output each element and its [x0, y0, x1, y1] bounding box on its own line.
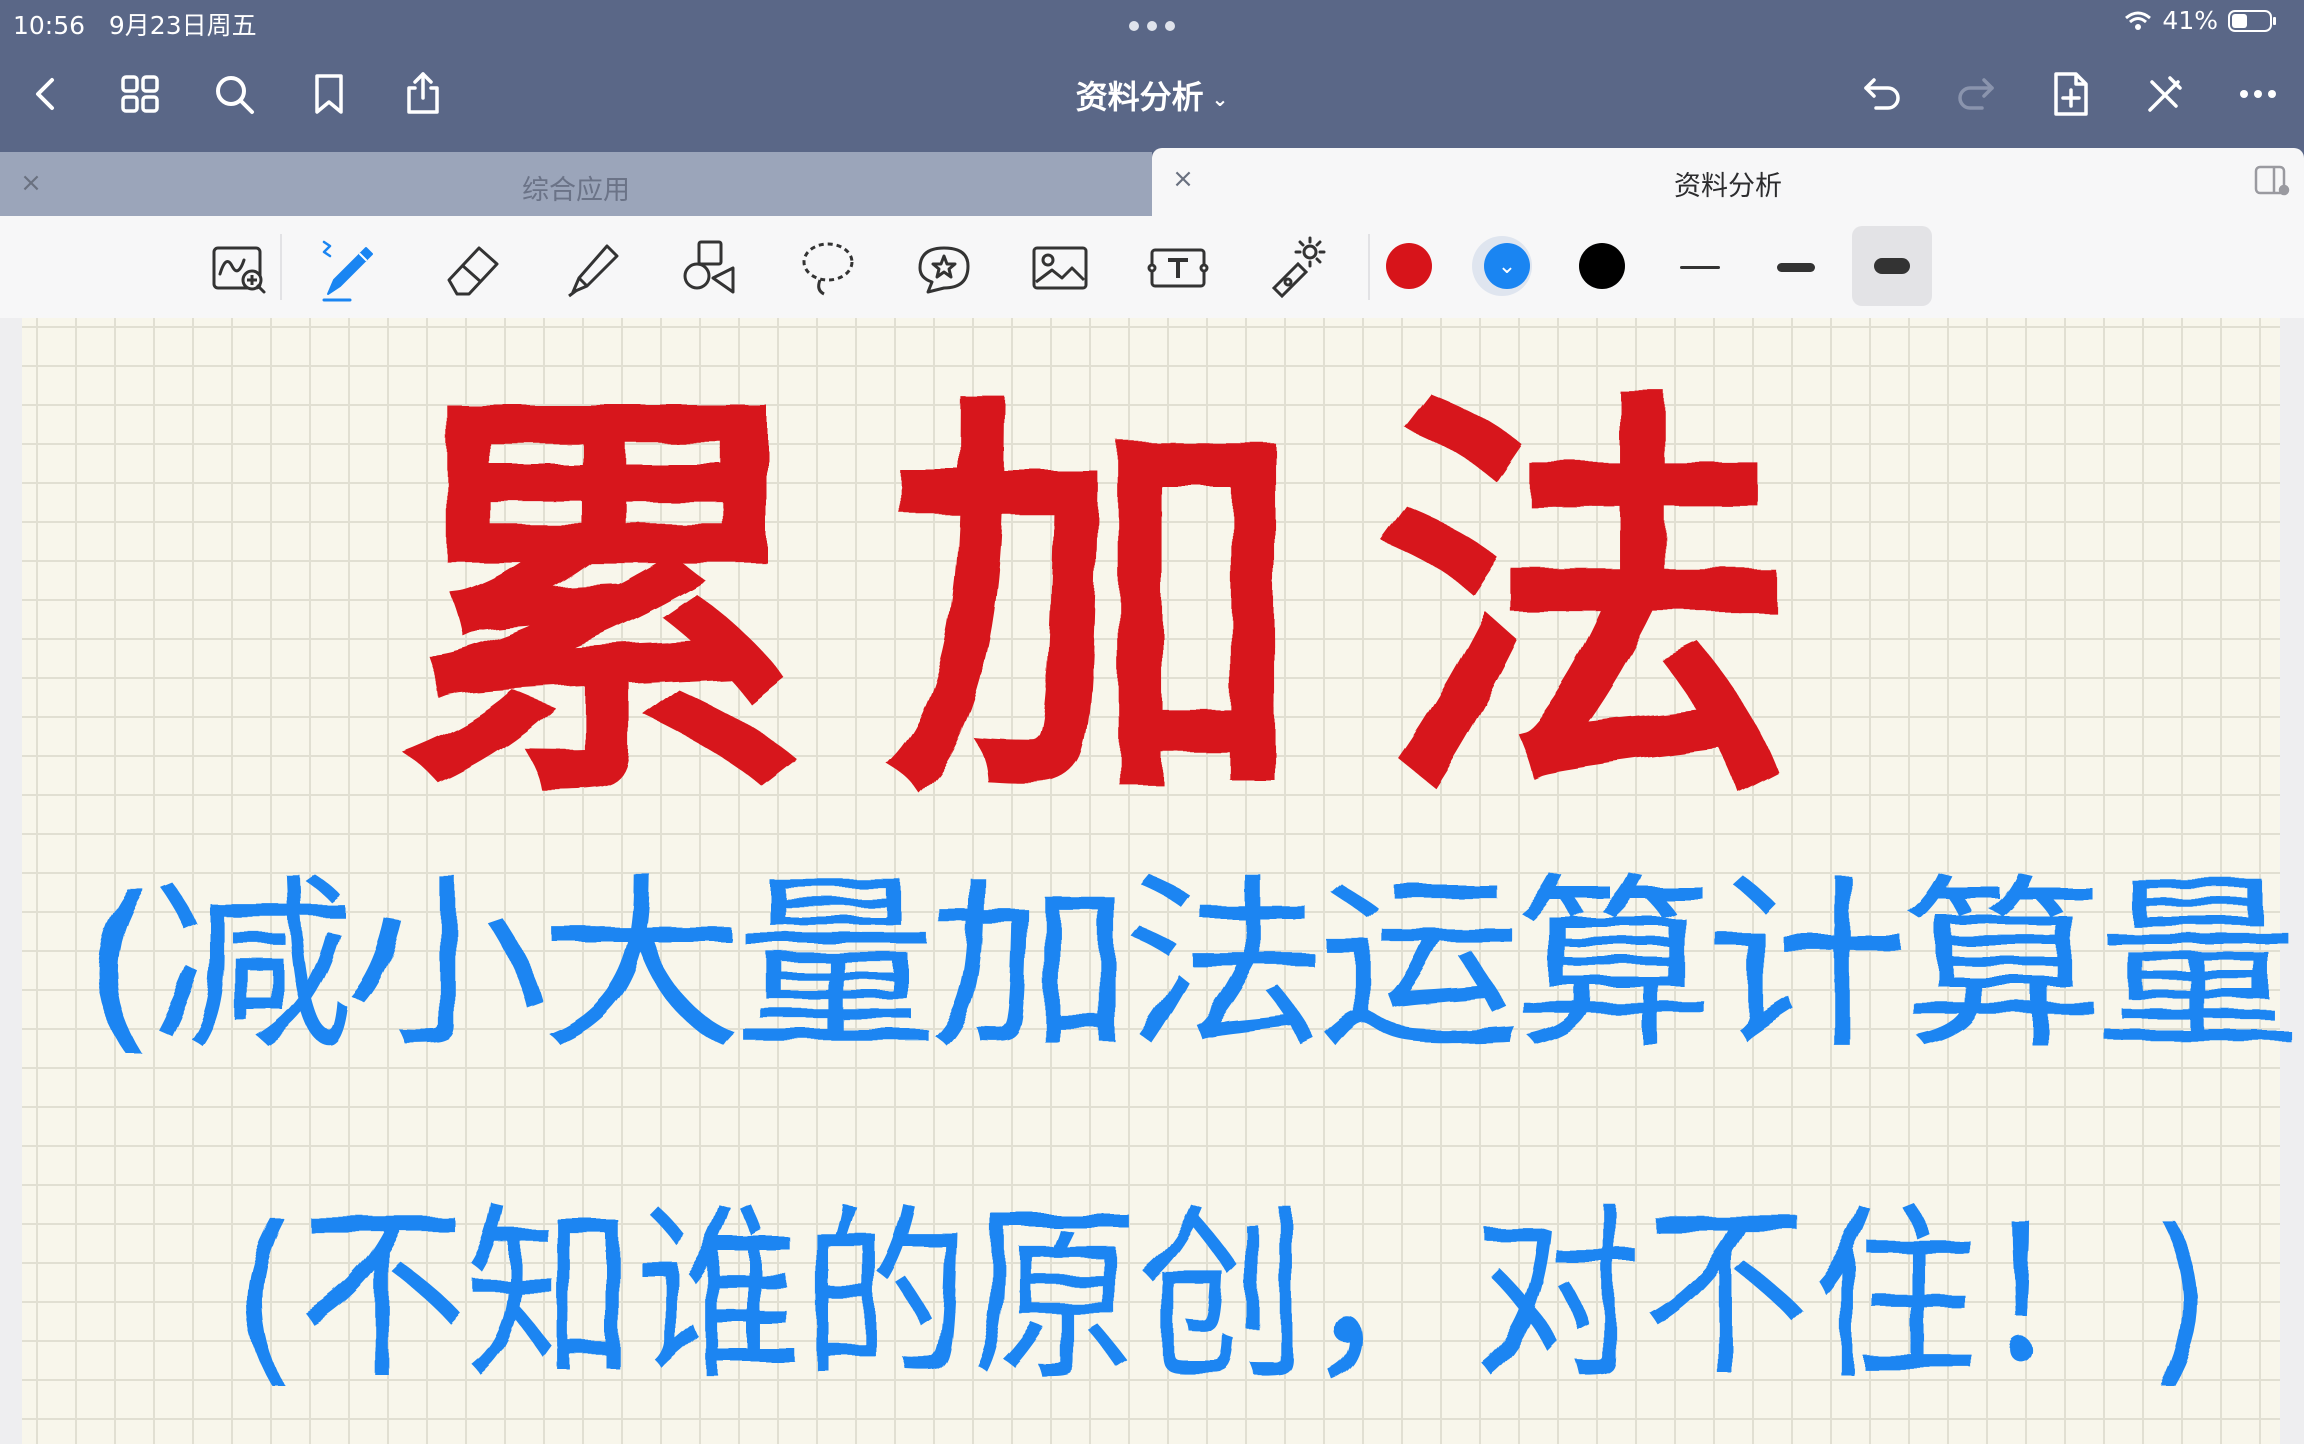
battery-percent: 41%	[2162, 6, 2218, 35]
color-black-swatch[interactable]	[1579, 243, 1625, 289]
tab-label: 综合应用	[522, 175, 630, 206]
lasso-icon[interactable]	[790, 230, 866, 306]
add-page-icon[interactable]	[2046, 70, 2094, 118]
highlighter-icon[interactable]	[555, 230, 631, 306]
status-date: 9月23日周五	[108, 11, 257, 40]
battery-icon	[2228, 9, 2276, 32]
tab-zonghe[interactable]: × 综合应用	[0, 152, 1152, 216]
color-red-swatch[interactable]	[1386, 243, 1432, 289]
note-canvas[interactable]	[22, 318, 2280, 1444]
sticker-icon[interactable]	[906, 230, 982, 306]
stroke-thin-button[interactable]	[1680, 266, 1720, 269]
toolbar-divider	[280, 234, 282, 300]
text-icon[interactable]	[1140, 230, 1216, 306]
document-tabs: × 综合应用 × 资料分析	[0, 148, 2304, 216]
close-pen-icon[interactable]	[2140, 70, 2188, 118]
status-bar-left: 10:56 9月23日周五	[13, 6, 257, 42]
status-time: 10:56	[13, 11, 86, 40]
more-icon[interactable]	[2234, 70, 2282, 118]
image-icon[interactable]	[1022, 230, 1098, 306]
multitasking-dots-icon[interactable]	[1128, 20, 1176, 32]
redo-icon[interactable]	[1952, 70, 2000, 118]
status-bar-right: 41%	[2124, 6, 2278, 35]
shapes-icon[interactable]	[673, 230, 749, 306]
color-blue-swatch[interactable]: ⌄	[1484, 243, 1530, 289]
tab-ziliao[interactable]: × 资料分析	[1152, 148, 2304, 216]
zoom-window-icon[interactable]	[200, 230, 276, 306]
top-navigation-bar: 10:56 9月23日周五 41% 资料分析 ⌄	[0, 0, 2304, 148]
stroke-thick-button[interactable]	[1852, 226, 1932, 306]
laser-pointer-icon[interactable]	[1258, 230, 1334, 306]
stroke-medium-button[interactable]	[1777, 263, 1815, 272]
document-title-text: 资料分析	[1075, 78, 1204, 116]
undo-icon[interactable]	[1858, 70, 1906, 118]
eraser-icon[interactable]	[435, 230, 511, 306]
stroke-thick-preview	[1874, 258, 1910, 274]
pen-icon[interactable]	[310, 230, 386, 306]
chevron-down-icon: ⌄	[1211, 87, 1229, 111]
toolbar-divider	[1368, 234, 1370, 300]
split-view-icon[interactable]	[2254, 164, 2290, 196]
wifi-icon	[2125, 11, 2152, 30]
drawing-toolbar: ⌄	[0, 216, 2304, 319]
canvas-margin-right	[2280, 318, 2304, 1444]
tab-label: 资料分析	[1674, 171, 1782, 202]
canvas-margin-left	[0, 318, 22, 1444]
chevron-down-icon: ⌄	[1497, 253, 1517, 279]
